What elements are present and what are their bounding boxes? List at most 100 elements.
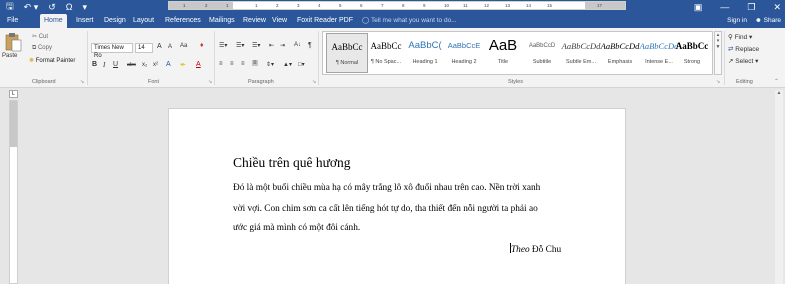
style-no-spacing[interactable]: AaBbCc ¶ No Spac...	[365, 33, 407, 73]
style-title[interactable]: AaB Title	[482, 33, 524, 73]
ruler-number: 1	[255, 3, 258, 8]
style-heading-1[interactable]: AaBbC( Heading 1	[404, 33, 446, 73]
attribution-prefix: Theo	[511, 245, 530, 255]
style-strong[interactable]: AaBbCc Strong	[671, 33, 713, 73]
tab-mailings[interactable]: Mailings	[205, 14, 239, 28]
vertical-ruler[interactable]	[9, 100, 18, 284]
bullets-icon[interactable]: ☰▾	[219, 42, 227, 49]
ruler-area	[0, 88, 785, 99]
tab-layout[interactable]: Layout	[129, 14, 158, 28]
change-case-button[interactable]: Aa	[180, 43, 187, 49]
cut-button[interactable]: ✂ Cut	[32, 33, 48, 40]
style-preview: AaBbCcDd	[561, 41, 601, 51]
text-effects-icon[interactable]: A	[166, 61, 171, 68]
align-center-icon[interactable]: ≡	[230, 61, 234, 67]
group-divider	[724, 31, 725, 85]
strikethrough-button[interactable]: abc	[127, 62, 136, 68]
ruler-number: 7	[381, 3, 384, 8]
ribbon-display-icon[interactable]: ▣	[694, 2, 703, 13]
shrink-font-button[interactable]: A	[168, 44, 172, 50]
underline-button[interactable]: U	[113, 61, 118, 68]
style-normal[interactable]: AaBbCc ¶ Normal	[326, 33, 368, 73]
tab-file[interactable]: File	[3, 14, 22, 28]
style-subtitle[interactable]: AaBbCcD Subtitle	[521, 33, 563, 73]
bold-button[interactable]: B	[92, 61, 97, 68]
font-color-icon[interactable]: A	[196, 61, 201, 68]
tab-design[interactable]: Design	[100, 14, 130, 28]
line-spacing-icon[interactable]: ⇕▾	[266, 61, 274, 68]
styles-gallery-scroll[interactable]: ▴ ▾ ▼	[714, 31, 722, 75]
tab-references[interactable]: References	[161, 14, 205, 28]
document-page[interactable]: Chiều trên quê hương Đó là một buổi chiề…	[168, 108, 626, 284]
tab-foxit-reader-pdf[interactable]: Foxit Reader PDF	[293, 14, 357, 28]
chevron-down-icon: ▾	[755, 58, 759, 65]
font-size-select[interactable]: 14	[135, 43, 153, 53]
style-emphasis[interactable]: AaBbCcDd Emphasis	[599, 33, 641, 73]
tab-review[interactable]: Review	[239, 14, 270, 28]
select-button[interactable]: ↗ Select ▾	[728, 57, 758, 65]
ribbon: Paste ✂ Cut ⧉ Copy ❅ Format Painter Clip…	[0, 28, 785, 88]
sign-in-link[interactable]: Sign in	[727, 14, 747, 28]
clipboard-launcher-icon[interactable]: ↘	[80, 79, 84, 85]
font-launcher-icon[interactable]: ↘	[208, 79, 212, 85]
ruler-number: 13	[505, 3, 511, 8]
font-family-select[interactable]: Times New Ro	[91, 43, 133, 59]
ruler-number: 3	[297, 3, 300, 8]
borders-icon[interactable]: □▾	[298, 61, 305, 68]
horizontal-ruler[interactable]: 1 2 1 1 2 3 4 5 6 7 8 9 10 11 12 13 14 1…	[168, 1, 626, 10]
copy-button[interactable]: ⧉ Copy	[32, 45, 52, 52]
paste-button-label[interactable]: Paste	[2, 53, 17, 59]
find-label: Find	[734, 34, 748, 41]
styles-launcher-icon[interactable]: ↘	[716, 79, 720, 85]
share-label: Share	[763, 17, 781, 24]
ruler-right-margin	[585, 2, 625, 9]
tab-home[interactable]: Home	[40, 14, 67, 28]
find-button[interactable]: ⚲ Find ▾	[728, 33, 752, 41]
replace-label: Replace	[735, 46, 760, 53]
minimize-icon[interactable]: —	[720, 2, 729, 12]
align-left-icon[interactable]: ≡	[219, 61, 223, 67]
decrease-indent-icon[interactable]: ⇤	[269, 42, 274, 49]
vertical-scrollbar[interactable]: ▲	[775, 90, 783, 284]
style-name: ¶ Normal	[335, 60, 359, 66]
tab-selector[interactable]: L	[9, 90, 18, 98]
tab-view[interactable]: View	[268, 14, 291, 28]
paragraph-launcher-icon[interactable]: ↘	[312, 79, 316, 85]
paste-icon[interactable]	[4, 32, 22, 52]
subscript-button[interactable]: x₂	[142, 62, 147, 68]
collapse-ribbon-icon[interactable]: ⌃	[774, 78, 779, 85]
share-button[interactable]: ☻ Share	[755, 14, 781, 28]
close-icon[interactable]: ✕	[773, 2, 781, 13]
format-painter-button[interactable]: ❅ Format Painter	[29, 57, 75, 64]
clear-formatting-icon[interactable]: ♦	[200, 42, 204, 49]
shading-icon[interactable]: ▲▾	[283, 61, 292, 68]
style-name: Emphasis	[607, 59, 633, 65]
ruler-number: 15	[547, 3, 553, 8]
highlight-icon[interactable]: ✒	[180, 61, 186, 69]
style-preview: AaBbCcD	[528, 43, 556, 49]
format-painter-label: Format Painter	[35, 58, 76, 64]
justify-icon[interactable]: ≡	[252, 60, 258, 66]
multilevel-list-icon[interactable]: ☰▾	[252, 42, 260, 49]
style-preview: AaBbC(	[408, 40, 442, 51]
ruler-number: 1	[226, 3, 229, 8]
superscript-button[interactable]: x²	[153, 62, 158, 68]
style-heading-2[interactable]: AaBbCcE Heading 2	[443, 33, 485, 73]
tab-insert[interactable]: Insert	[72, 14, 98, 28]
scroll-up-icon[interactable]: ▲	[775, 90, 783, 98]
show-marks-button[interactable]: ¶	[308, 42, 312, 49]
ruler-number: 1	[183, 3, 186, 8]
sort-button[interactable]: A↓	[294, 42, 301, 48]
replace-button[interactable]: ⇄ Replace	[728, 45, 759, 53]
italic-button[interactable]: I	[103, 61, 105, 69]
style-subtle-emphasis[interactable]: AaBbCcDd Subtle Em...	[560, 33, 602, 73]
style-name: Strong	[683, 59, 701, 65]
brush-icon: ❅	[29, 58, 35, 64]
increase-indent-icon[interactable]: ⇥	[280, 42, 285, 49]
tell-me-box[interactable]: ◯ Tell me what you want to do...	[362, 14, 457, 28]
style-preview: AaBbCc	[370, 41, 402, 51]
numbering-icon[interactable]: ☰▾	[236, 42, 244, 49]
align-right-icon[interactable]: ≡	[241, 61, 245, 67]
grow-font-button[interactable]: A	[157, 43, 162, 50]
restore-icon[interactable]: ❐	[747, 2, 755, 13]
